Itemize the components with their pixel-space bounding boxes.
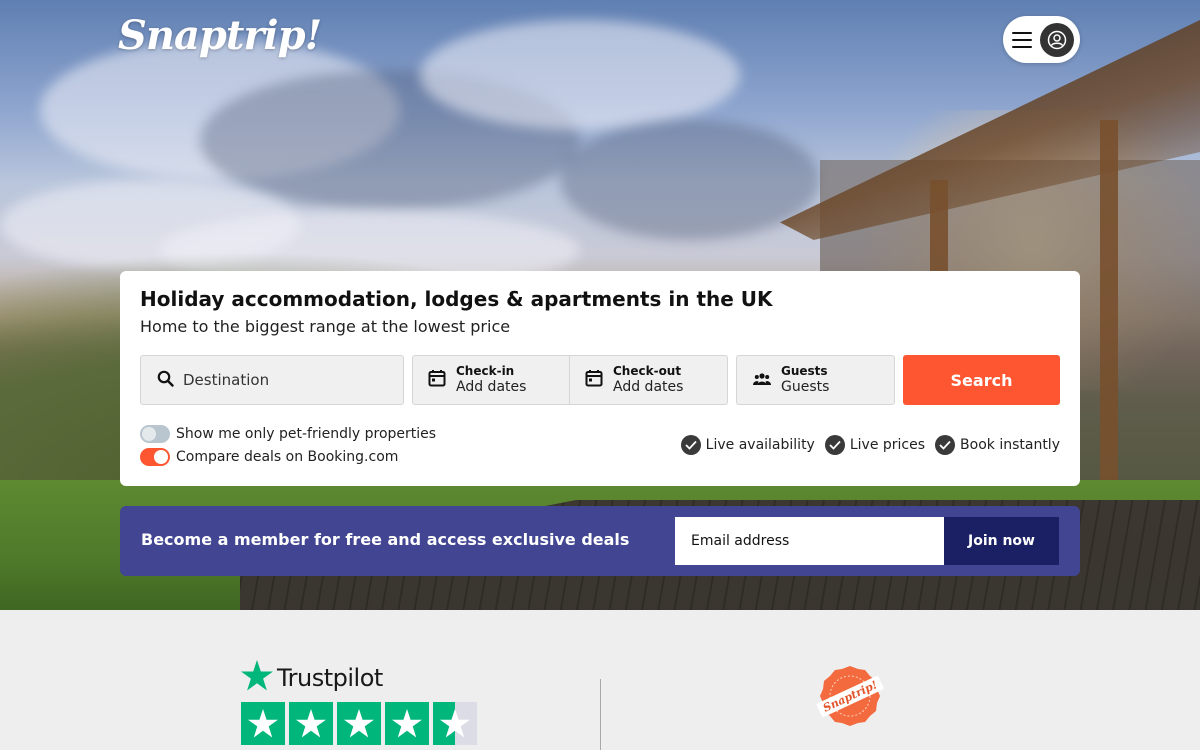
check-circle-icon: [824, 435, 845, 455]
calendar-icon: [585, 369, 603, 391]
trustpilot-name: Trustpilot: [277, 663, 383, 692]
guests-value: Guests: [781, 378, 830, 395]
feature-item: Book instantly: [935, 435, 1060, 455]
member-banner: Become a member for free and access excl…: [120, 506, 1080, 576]
feature-item: Live availability: [680, 435, 815, 455]
feature-list: Live availability Live prices Book insta…: [680, 435, 1060, 455]
compare-deals-toggle-row: Compare deals on Booking.com: [140, 448, 398, 466]
users-icon: [753, 371, 771, 390]
snaptrip-award-badge-icon: Snaptrip!: [815, 664, 885, 728]
join-now-button[interactable]: Join now: [944, 517, 1059, 565]
trustpilot-rating: [241, 702, 477, 745]
check-circle-icon: [935, 435, 956, 455]
hamburger-menu-icon: [1012, 31, 1032, 48]
feature-label: Book instantly: [960, 437, 1060, 453]
checkout-field[interactable]: Check-out Add dates: [569, 355, 728, 405]
compare-deals-toggle[interactable]: [140, 448, 170, 466]
checkin-field[interactable]: Check-in Add dates: [412, 355, 570, 405]
rating-star-icon: [337, 702, 381, 745]
page-title: Holiday accommodation, lodges & apartmen…: [140, 287, 773, 311]
feature-label: Live prices: [849, 437, 926, 453]
checkin-label: Check-in: [456, 364, 515, 379]
checkout-value: Add dates: [613, 378, 684, 395]
guests-label: Guests: [781, 364, 828, 379]
check-circle-icon: [680, 435, 701, 455]
cloud: [420, 20, 740, 130]
compare-deals-label: Compare deals on Booking.com: [176, 449, 399, 465]
site-logo[interactable]: Snaptrip!: [118, 12, 322, 59]
wooden-post: [1100, 120, 1118, 500]
feature-item: Live prices: [824, 435, 926, 455]
checkin-value: Add dates: [456, 378, 527, 395]
search-button[interactable]: Search: [903, 355, 1060, 405]
destination-input[interactable]: Destination: [140, 355, 404, 405]
calendar-icon: [428, 369, 446, 391]
section-divider: [600, 679, 601, 750]
member-banner-text: Become a member for free and access excl…: [141, 530, 630, 549]
trustpilot-star-icon: [241, 660, 273, 695]
rating-half-star-icon: [433, 702, 477, 745]
feature-label: Live availability: [705, 437, 815, 453]
pet-friendly-toggle[interactable]: [140, 425, 170, 443]
rating-star-icon: [241, 702, 285, 745]
checkout-label: Check-out: [613, 364, 682, 379]
user-menu-button[interactable]: [1003, 16, 1080, 63]
user-circle-icon: [1040, 22, 1074, 57]
pet-friendly-toggle-row: Show me only pet-friendly properties: [140, 425, 436, 443]
pet-friendly-label: Show me only pet-friendly properties: [176, 426, 437, 442]
page-subtitle: Home to the biggest range at the lowest …: [140, 317, 511, 336]
destination-placeholder: Destination: [183, 371, 270, 389]
rating-star-icon: [289, 702, 333, 745]
search-icon: [157, 370, 174, 391]
search-card: Holiday accommodation, lodges & apartmen…: [120, 271, 1080, 486]
rating-star-icon: [385, 702, 429, 745]
email-field[interactable]: Email address: [675, 517, 945, 565]
guests-field[interactable]: Guests Guests: [736, 355, 895, 405]
trustpilot-logo[interactable]: Trustpilot: [241, 660, 383, 695]
